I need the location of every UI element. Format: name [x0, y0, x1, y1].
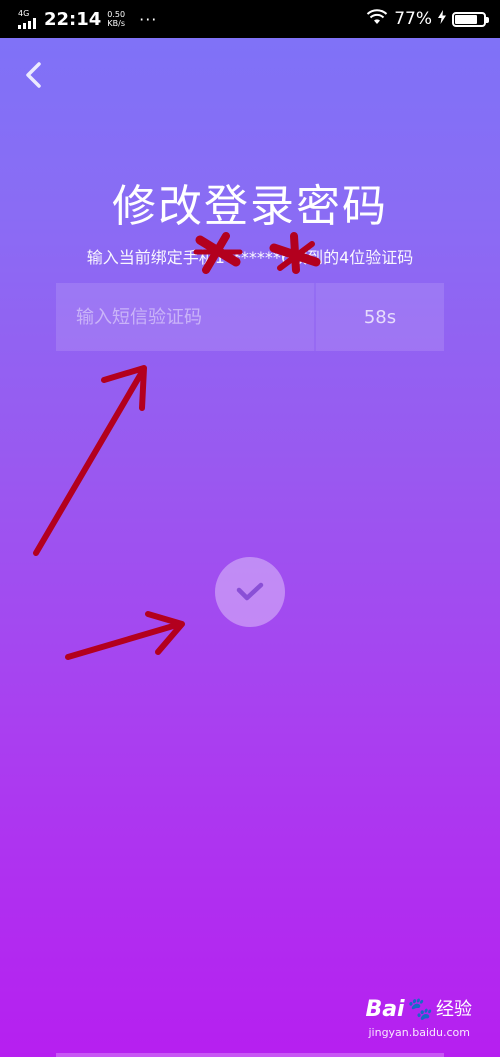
watermark-text: 经验 [436, 999, 472, 1020]
arrow-to-input [33, 365, 147, 556]
arrow-to-confirm [65, 611, 185, 660]
wifi-icon [366, 8, 388, 30]
baidu-jingyan-watermark: Bai🐾 经验 [365, 999, 472, 1021]
check-icon [236, 582, 264, 601]
status-right: 77% [366, 8, 489, 30]
watermark-url: jingyan.baidu.com [368, 1026, 470, 1039]
status-bar: 4G 22:14 0.50 KB/s ··· 77% [0, 0, 500, 38]
instruction-text: 输入当前绑定手机1*******6收到的4位验证码 [86, 248, 414, 267]
network-indicator: 4G [18, 9, 36, 29]
page-title: 修改登录密码 [112, 181, 388, 232]
speed-value: 0.50 [107, 10, 126, 19]
verification-code-row: 58s [56, 283, 444, 351]
more-notifications-icon: ··· [139, 9, 158, 29]
signal-icon [18, 18, 36, 29]
annotation-overlay [33, 232, 321, 660]
sms-code-input[interactable] [56, 283, 314, 351]
status-left: 4G 22:14 0.50 KB/s ··· [18, 9, 157, 30]
network-speed: 0.50 KB/s [107, 10, 125, 28]
chevron-left-icon [26, 62, 41, 88]
battery-icon [452, 11, 489, 27]
bolt-icon [438, 9, 446, 29]
resend-countdown-button[interactable]: 58s [316, 283, 444, 351]
network-type: 4G [18, 9, 30, 18]
battery-percent: 77% [394, 9, 432, 29]
confirm-button[interactable] [215, 557, 285, 627]
clock: 22:14 [44, 8, 102, 30]
speed-unit: KB/s [107, 19, 125, 28]
battery-level [455, 14, 477, 24]
baidu-logo: Bai🐾 [365, 997, 432, 1022]
back-button[interactable] [16, 58, 50, 92]
bottom-edge-strip [56, 1053, 444, 1057]
